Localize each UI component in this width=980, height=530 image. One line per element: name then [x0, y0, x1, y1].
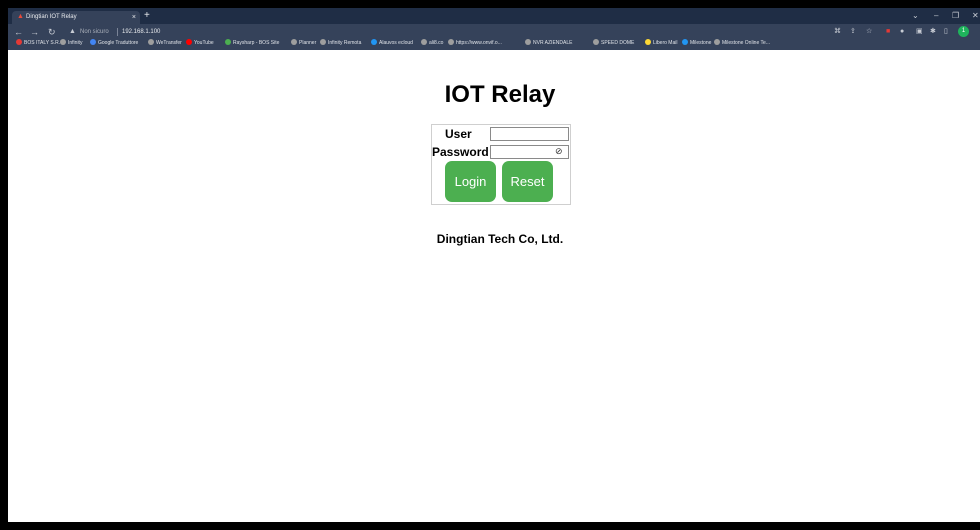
- user-label: User: [445, 127, 472, 141]
- bookmark-favicon-icon: [60, 39, 66, 45]
- bookmark-item[interactable]: Milestone Online Te...: [714, 38, 770, 48]
- bookmark-label: Alauvos ecloud: [379, 40, 413, 46]
- close-window-icon[interactable]: ✕: [972, 9, 979, 22]
- password-label: Password: [432, 145, 489, 159]
- tab-search-icon[interactable]: ⌄: [912, 9, 919, 22]
- bookmark-favicon-icon: [421, 39, 427, 45]
- bookmark-item[interactable]: Infinity Remota: [320, 38, 361, 48]
- bookmark-label: Infinity Remota: [328, 40, 362, 46]
- bookmark-favicon-icon: [525, 39, 531, 45]
- bookmark-label: SPEED DOME: [601, 40, 635, 46]
- extensions-puzzle-icon[interactable]: ✱: [930, 27, 936, 37]
- bookmark-label: NVR AZIENDALE: [533, 40, 573, 46]
- extension-icon[interactable]: ▣: [916, 27, 923, 37]
- page-content: IOT Relay User Password ⊘ Login Reset Di…: [8, 50, 980, 522]
- hide-password-icon[interactable]: ⊘: [555, 145, 568, 157]
- restore-icon[interactable]: ❐: [952, 9, 959, 22]
- bookmark-favicon-icon: [148, 39, 154, 45]
- share-icon[interactable]: ⇪: [850, 27, 856, 37]
- bookmark-favicon-icon: [645, 39, 651, 45]
- bookmark-favicon-icon: [225, 39, 231, 45]
- bookmark-label: Planner: [299, 40, 317, 46]
- profile-avatar[interactable]: 1: [958, 26, 969, 37]
- back-icon[interactable]: ←: [14, 26, 23, 38]
- bookmark-star-icon[interactable]: ☆: [866, 27, 872, 37]
- bookmark-favicon-icon: [593, 39, 599, 45]
- company-footer: Dingtian Tech Co, Ltd.: [436, 232, 564, 246]
- bookmark-favicon-icon: [682, 39, 688, 45]
- bookmark-item[interactable]: NVR AZIENDALE: [525, 38, 572, 48]
- reset-button[interactable]: Reset: [502, 161, 553, 202]
- bookmark-item[interactable]: https://www.onvif.o...: [448, 38, 502, 48]
- bookmark-label: WeTransfer: [156, 40, 182, 46]
- bookmark-item[interactable]: ali8.co: [421, 38, 443, 48]
- bookmark-favicon-icon: [371, 39, 377, 45]
- page-title: IOT Relay: [444, 81, 556, 108]
- bookmark-favicon-icon: [16, 39, 22, 45]
- warning-favicon-icon: ▲: [17, 13, 24, 20]
- tab-title: Dingtian IOT Relay: [26, 14, 77, 20]
- bookmarks-bar: BOS ITALY S.R.L. Infinity Google Traduttor…: [8, 38, 980, 48]
- bookmark-item[interactable]: Google Traduttore: [90, 38, 138, 48]
- forward-icon[interactable]: →: [30, 26, 39, 38]
- minimize-icon[interactable]: –: [934, 9, 938, 22]
- user-input[interactable]: [490, 127, 569, 141]
- bookmark-item[interactable]: Planner: [291, 38, 316, 48]
- not-secure-icon[interactable]: ▲: [69, 27, 76, 37]
- bookmark-item[interactable]: Alauvos ecloud: [371, 38, 413, 48]
- browser-toolbar: ← → ↻ ▲ Non sicuro 192.168.1.100 ⌘ ⇪ ☆ ■…: [8, 24, 980, 50]
- address-bar[interactable]: 192.168.1.100: [122, 28, 160, 37]
- tab-strip: ▲ Dingtian IOT Relay × + ⌄ – ❐ ✕: [8, 8, 980, 24]
- tab-close-icon[interactable]: ×: [132, 11, 136, 24]
- bookmark-label: Libero Mail: [653, 40, 678, 46]
- reload-icon[interactable]: ↻: [48, 26, 56, 38]
- bookmark-item[interactable]: Libero Mail: [645, 38, 677, 48]
- bookmark-favicon-icon: [90, 39, 96, 45]
- bookmark-item[interactable]: SPEED DOME: [593, 38, 634, 48]
- bookmark-label: Infinity: [68, 40, 83, 46]
- bookmark-item[interactable]: Raysharp - BOS Site: [225, 38, 279, 48]
- bookmark-label: YouTube: [194, 40, 214, 46]
- new-tab-button[interactable]: +: [144, 9, 150, 22]
- bookmark-label: Google Traduttore: [98, 40, 139, 46]
- bookmark-item[interactable]: WeTransfer: [148, 38, 182, 48]
- bookmark-label: https://www.onvif.o...: [456, 40, 502, 46]
- tab-active[interactable]: ▲ Dingtian IOT Relay ×: [12, 11, 140, 24]
- translate-icon[interactable]: ⌘: [834, 27, 841, 37]
- bookmark-favicon-icon: [320, 39, 326, 45]
- bookmark-label: Raysharp - BOS Site: [233, 40, 280, 46]
- bookmark-label: Milestone Online Te...: [722, 40, 770, 46]
- extension-icon[interactable]: ■: [886, 27, 890, 37]
- bookmark-label: ali8.co: [429, 40, 444, 46]
- bookmark-item[interactable]: Infinity: [60, 38, 82, 48]
- bookmark-label: BOS ITALY S.R.L.: [24, 40, 65, 46]
- bookmark-favicon-icon: [448, 39, 454, 45]
- bookmark-favicon-icon: [714, 39, 720, 45]
- bookmark-favicon-icon: [291, 39, 297, 45]
- bookmark-item[interactable]: BOS ITALY S.R.L.: [16, 38, 64, 48]
- url-divider: [117, 28, 118, 36]
- login-form: User Password ⊘ Login Reset: [431, 124, 571, 205]
- bookmark-item[interactable]: Milestone: [682, 38, 711, 48]
- browser-window: ▲ Dingtian IOT Relay × + ⌄ – ❐ ✕ ← → ↻ ▲…: [8, 8, 980, 522]
- login-button[interactable]: Login: [445, 161, 496, 202]
- bookmark-favicon-icon: [186, 39, 192, 45]
- extension-icon[interactable]: ●: [900, 27, 904, 37]
- side-panel-icon[interactable]: ▯: [944, 27, 948, 37]
- bookmark-label: Milestone: [690, 40, 712, 46]
- not-secure-label[interactable]: Non sicuro: [80, 28, 109, 37]
- bookmark-item[interactable]: YouTube: [186, 38, 214, 48]
